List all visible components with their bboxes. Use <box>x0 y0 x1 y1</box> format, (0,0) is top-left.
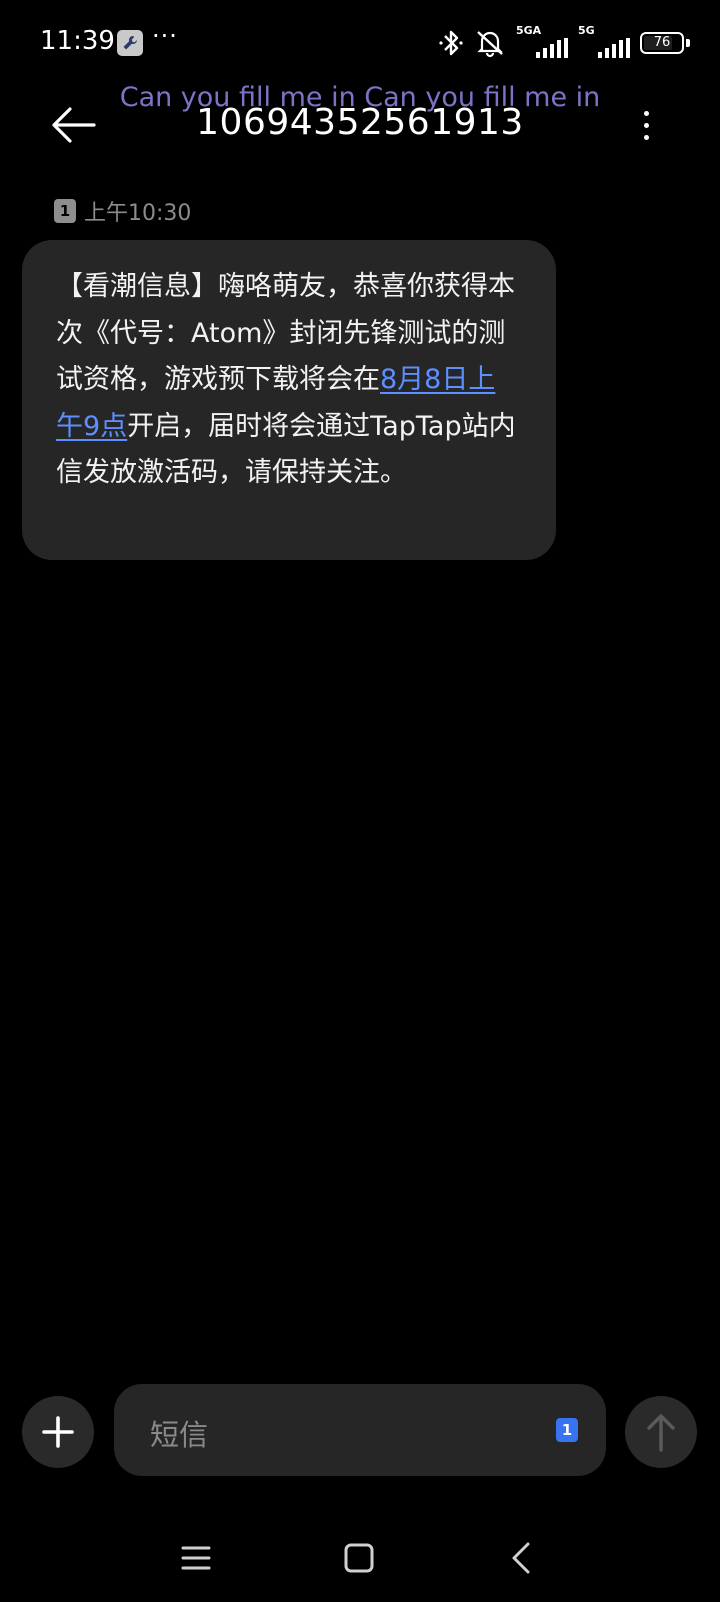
home-button[interactable] <box>340 1538 380 1578</box>
battery-icon: 76 <box>640 32 684 54</box>
status-bar: 11:39 ··· 5GA 5G 76 <box>0 0 720 86</box>
overflow-dots-icon: ··· <box>152 22 178 50</box>
home-icon <box>344 1543 374 1573</box>
signal-2-icon: 5G <box>578 24 630 58</box>
plus-icon <box>42 1416 74 1448</box>
network-1-label: 5GA <box>516 24 542 37</box>
battery-level: 76 <box>653 35 671 50</box>
message-input-placeholder: 短信 <box>150 1418 209 1452</box>
sim-badge-icon: 1 <box>54 199 76 223</box>
conversation-header: Can you fill me in Can you fill me in 10… <box>0 82 720 176</box>
message-meta: 1 上午10:30 <box>54 198 192 226</box>
back-button[interactable] <box>46 100 102 150</box>
message-composer: 短信 1 <box>0 1384 720 1480</box>
more-options-button[interactable] <box>628 104 664 152</box>
message-text: 【看潮信息】嗨咯萌友，恭喜你获得本次《代号：Atom》封闭先锋测试的测试资格，游… <box>56 264 522 497</box>
message-time: 上午10:30 <box>84 201 192 226</box>
contact-number-title: 10694352561913 <box>196 102 524 143</box>
send-button[interactable] <box>625 1396 697 1468</box>
system-nav-bar <box>0 1518 720 1598</box>
status-time: 11:39 <box>40 26 115 56</box>
arrow-up-icon <box>647 1414 675 1452</box>
menu-icon <box>181 1546 211 1570</box>
message-bubble[interactable]: 【看潮信息】嗨咯萌友，恭喜你获得本次《代号：Atom》封闭先锋测试的测试资格，游… <box>22 240 556 560</box>
network-2-label: 5G <box>578 24 595 37</box>
sim-select-icon[interactable]: 1 <box>556 1418 578 1442</box>
ringer-off-icon <box>477 31 503 58</box>
arrow-left-icon <box>52 107 96 143</box>
vertical-dots-icon <box>643 111 649 116</box>
bluetooth-icon <box>439 30 463 56</box>
battery-cap <box>686 39 690 47</box>
add-attachment-button[interactable] <box>22 1396 94 1468</box>
signal-1-icon: 5GA <box>516 24 568 58</box>
message-input[interactable]: 短信 1 <box>114 1384 606 1476</box>
recent-apps-button[interactable] <box>176 1538 216 1578</box>
nav-back-button[interactable] <box>504 1538 544 1578</box>
back-icon <box>512 1542 530 1574</box>
wrench-icon <box>117 30 143 56</box>
